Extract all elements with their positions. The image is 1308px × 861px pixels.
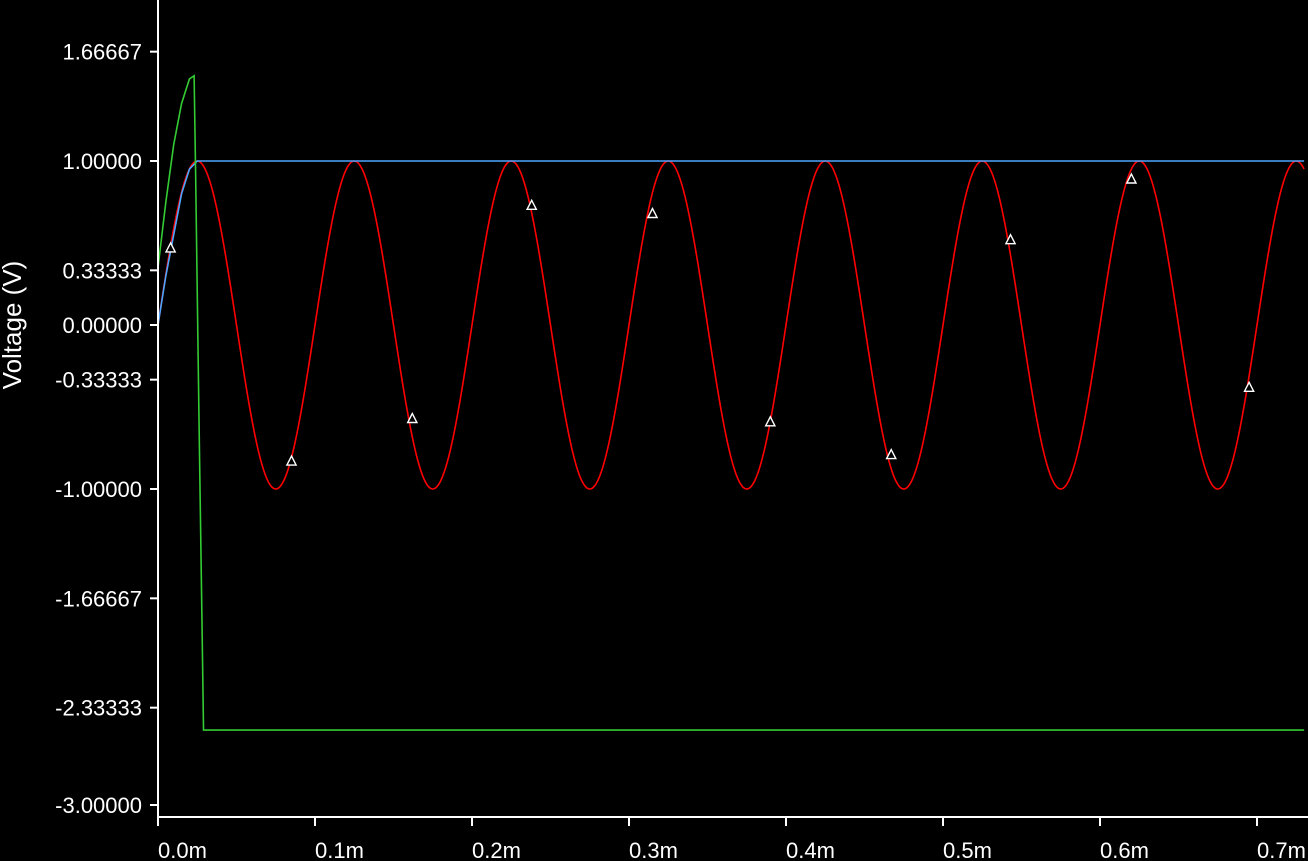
y-tick-label: -0.33333 — [55, 368, 142, 393]
y-tick-label: -3.00000 — [55, 793, 142, 818]
x-tick-label: 0.4m — [786, 838, 835, 861]
y-axis-title: Voltage (V) — [0, 261, 27, 390]
y-tick-label: 0.00000 — [62, 313, 142, 338]
y-tick-label: -1.66667 — [55, 586, 142, 611]
y-tick-label: 0.33333 — [62, 258, 142, 283]
y-tick-label: -2.33333 — [55, 696, 142, 721]
y-tick-label: 1.00000 — [62, 149, 142, 174]
x-tick-label: 0.7m — [1257, 838, 1306, 861]
y-tick-label: -1.00000 — [55, 477, 142, 502]
x-tick-label: 0.0m — [158, 838, 207, 861]
x-tick-label: 0.3m — [629, 838, 678, 861]
x-tick-label: 0.1m — [315, 838, 364, 861]
x-tick-label: 0.2m — [472, 838, 521, 861]
voltage-plot: 1.66667 1.00000 0.33333 0.00000 -0.33333 -1.0… — [0, 0, 1308, 861]
x-tick-label: 0.5m — [943, 838, 992, 861]
plot-background — [0, 0, 1308, 861]
y-tick-label: 1.66667 — [62, 40, 142, 65]
x-tick-label: 0.6m — [1100, 838, 1149, 861]
